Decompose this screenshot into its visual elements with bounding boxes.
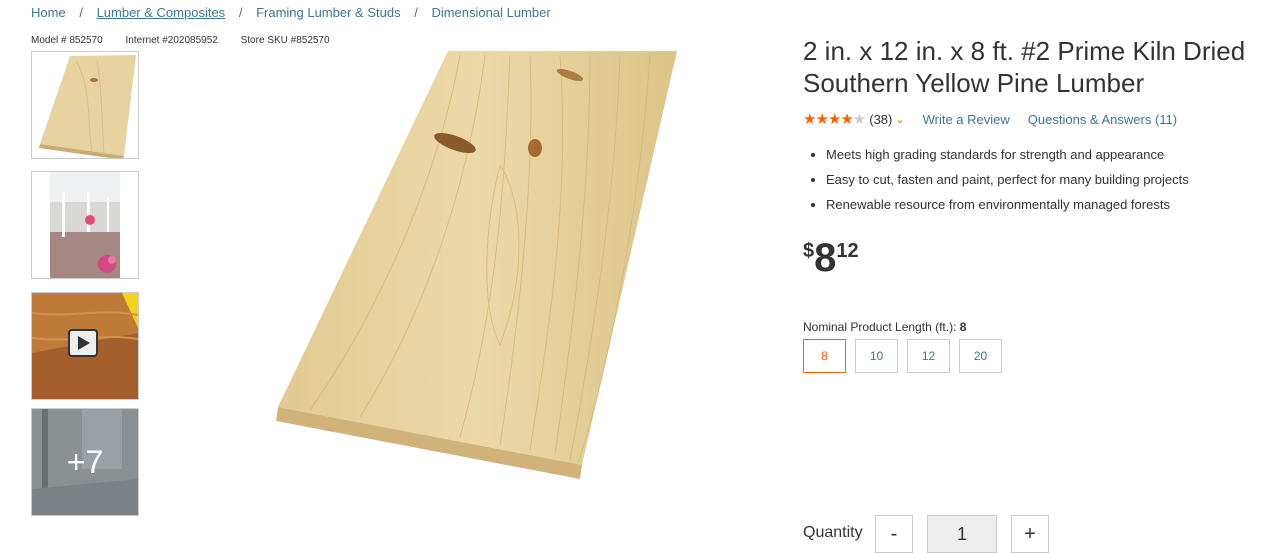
price-cents: 12	[836, 240, 859, 262]
thumbnail-video[interactable]	[31, 292, 139, 400]
star-rating[interactable]: ★★★★★	[803, 110, 866, 128]
breadcrumb-separator: /	[79, 5, 83, 20]
length-option-12[interactable]: 12	[907, 339, 950, 373]
feature-bullet: Easy to cut, fasten and paint, perfect f…	[826, 172, 1189, 188]
chevron-down-icon[interactable]: ⌄	[895, 113, 904, 126]
model-number: Model # 852570	[31, 35, 103, 46]
thumbnail-more[interactable]: +7	[31, 408, 139, 516]
quantity-label: Quantity	[803, 524, 863, 541]
price: $812	[803, 236, 859, 281]
breadcrumb: Home / Lumber & Composites / Framing Lum…	[31, 5, 551, 20]
thumbnail-board[interactable]	[31, 51, 139, 159]
breadcrumb-separator: /	[414, 5, 418, 20]
feature-bullet: Renewable resource from environmentally …	[826, 197, 1189, 213]
feature-bullet: Meets high grading standards for strengt…	[826, 147, 1189, 163]
length-option-8[interactable]: 8	[803, 339, 846, 373]
quantity-decrease-button[interactable]: -	[875, 515, 913, 553]
review-count[interactable]: (38)	[869, 112, 892, 127]
feature-bullets: Meets high grading standards for strengt…	[808, 147, 1189, 222]
rating-row: ★★★★★ (38) ⌄ Write a Review Questions & …	[803, 110, 1177, 128]
breadcrumb-home[interactable]: Home	[31, 5, 66, 20]
breadcrumb-dimensional-lumber[interactable]: Dimensional Lumber	[431, 5, 550, 20]
breadcrumb-separator: /	[238, 5, 243, 20]
price-dollars: 8	[814, 236, 837, 280]
quantity-increase-button[interactable]: +	[1011, 515, 1049, 553]
internet-number: Internet #202085952	[125, 35, 218, 46]
breadcrumb-framing-lumber[interactable]: Framing Lumber & Studs	[256, 5, 401, 20]
length-option-20[interactable]: 20	[959, 339, 1002, 373]
main-product-image	[270, 45, 690, 485]
thumbnail-porch[interactable]	[31, 171, 139, 279]
length-label: Nominal Product Length (ft.): 8	[803, 320, 966, 334]
length-selected-value: 8	[959, 320, 967, 334]
length-option-10[interactable]: 10	[855, 339, 898, 373]
product-title-line1: 2 in. x 12 in. x 8 ft. #2 Prime Kiln Dri…	[803, 36, 1246, 66]
length-options: 8 10 12 20	[803, 339, 1002, 373]
quantity-input[interactable]: 1	[927, 515, 997, 553]
price-currency: $	[803, 240, 815, 262]
product-title: 2 in. x 12 in. x 8 ft. #2 Prime Kiln Dri…	[803, 35, 1245, 99]
more-images-count: +7	[66, 443, 104, 480]
product-title-line2: Southern Yellow Pine Lumber	[803, 68, 1145, 98]
breadcrumb-lumber-composites[interactable]: Lumber & Composites	[97, 5, 226, 20]
write-review-link[interactable]: Write a Review	[923, 112, 1010, 127]
length-label-text: Nominal Product Length (ft.):	[803, 320, 957, 334]
questions-answers-link[interactable]: Questions & Answers (11)	[1028, 112, 1177, 127]
